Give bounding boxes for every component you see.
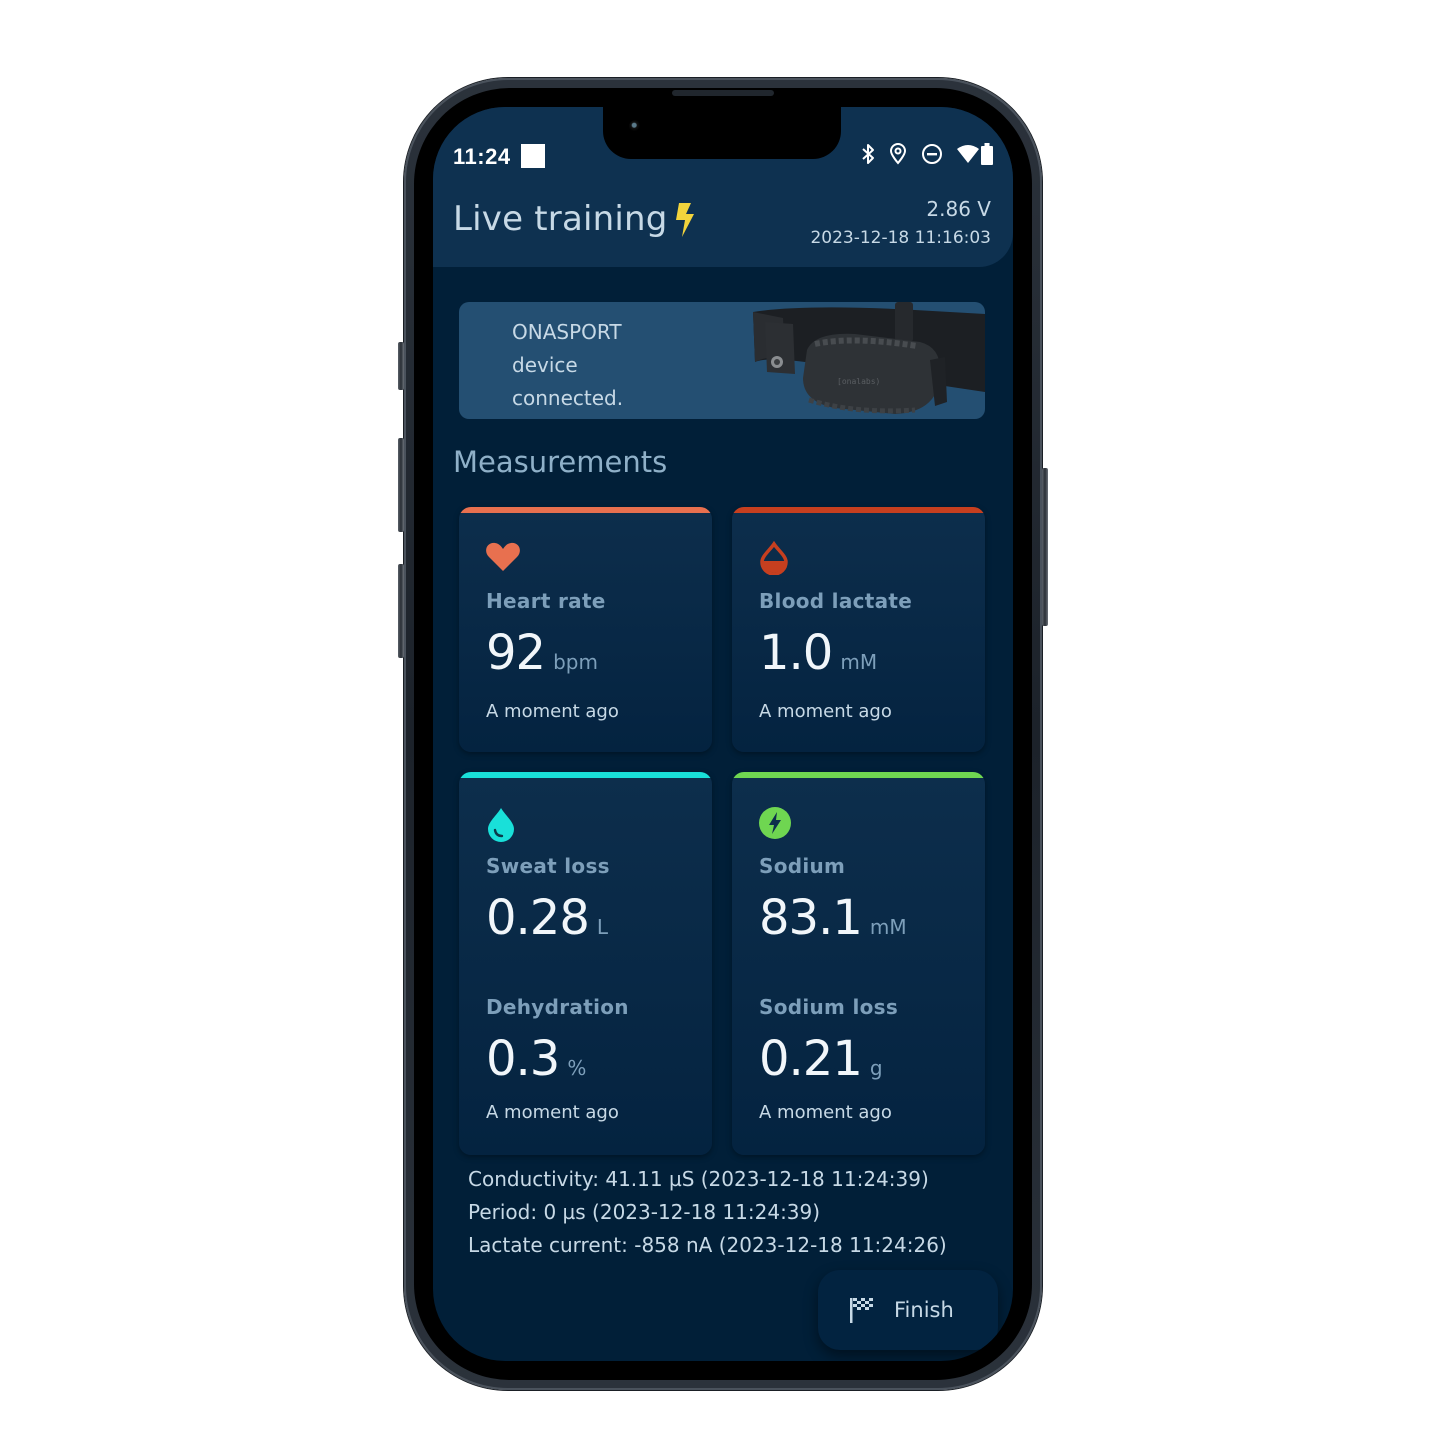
- heart-rate-value: 92: [486, 625, 546, 681]
- blood-lactate-value: 1.0: [759, 625, 833, 681]
- battery-voltage: 2.86 V: [926, 197, 991, 221]
- location-icon: [889, 143, 907, 165]
- sweat-updated: A moment ago: [486, 1102, 619, 1123]
- heart-rate-reading: 92 bpm: [486, 625, 598, 681]
- measurements-heading: Measurements: [453, 445, 668, 479]
- device-name: ONASPORT: [512, 320, 622, 344]
- sodium-reading: 83.1 mM: [759, 890, 907, 946]
- do-not-disturb-icon: [922, 144, 942, 164]
- sweat-loss-reading: 0.28 L: [486, 890, 608, 946]
- conductivity-reading: Conductivity: 41.11 µS (2023-12-18 11:24…: [468, 1167, 929, 1191]
- card-accent-bar: [732, 772, 985, 778]
- page-title: Live training: [453, 199, 668, 239]
- front-camera: [629, 120, 642, 133]
- sweat-loss-label: Sweat loss: [486, 854, 610, 878]
- period-reading: Period: 0 µs (2023-12-18 11:24:39): [468, 1200, 821, 1224]
- lactate-current-reading: Lactate current: -858 nA (2023-12-18 11:…: [468, 1233, 947, 1257]
- battery-icon: [981, 143, 993, 165]
- sweat-loss-unit: L: [596, 915, 609, 939]
- device-status-text: ONASPORT device connected.: [512, 316, 623, 415]
- status-time: 11:24: [453, 144, 511, 169]
- app-screen: 11:24 Live training 2.86 V 2023-12-18 11…: [433, 107, 1013, 1361]
- sodium-loss-label: Sodium loss: [759, 995, 899, 1019]
- heart-rate-updated: A moment ago: [486, 701, 619, 722]
- wifi-icon: [957, 145, 979, 163]
- finish-button[interactable]: Finish: [818, 1270, 998, 1350]
- card-accent-bar: [732, 507, 985, 513]
- heart-rate-unit: bpm: [553, 650, 598, 674]
- raw-sensor-readings: Conductivity: 41.11 µS (2023-12-18 11:24…: [468, 1163, 947, 1262]
- sodium-unit: mM: [869, 915, 907, 939]
- mute-switch: [398, 342, 404, 390]
- blood-lactate-reading: 1.0 mM: [759, 625, 877, 681]
- blood-lactate-card[interactable]: Blood lactate 1.0 mM A moment ago: [732, 507, 985, 752]
- notification-icon: [521, 144, 545, 168]
- status-icons: [861, 143, 993, 165]
- water-drop-icon: [488, 808, 514, 842]
- blood-lactate-unit: mM: [840, 650, 878, 674]
- sodium-loss-reading: 0.21 g: [759, 1031, 883, 1087]
- volume-up-button: [398, 438, 404, 532]
- blood-drop-icon: [760, 541, 788, 575]
- sodium-loss-unit: g: [869, 1056, 883, 1080]
- sodium-label: Sodium: [759, 854, 846, 878]
- lightning-bolt-icon: [676, 203, 694, 237]
- bluetooth-icon: [862, 144, 874, 164]
- heart-rate-label: Heart rate: [486, 589, 606, 613]
- dehydration-reading: 0.3 %: [486, 1031, 586, 1087]
- device-connected-banner: ONASPORT device connected. [onalabs): [459, 302, 985, 419]
- electrolyte-bolt-icon: [759, 807, 791, 839]
- blood-lactate-label: Blood lactate: [759, 589, 913, 613]
- session-start-time: 2023-12-18 11:16:03: [810, 228, 991, 248]
- sweat-loss-value: 0.28: [486, 890, 590, 946]
- power-button: [1042, 468, 1048, 626]
- sodium-card[interactable]: Sodium 83.1 mM Sodium loss 0.21 g A mome…: [732, 772, 985, 1155]
- sodium-value: 83.1: [759, 890, 863, 946]
- dehydration-value: 0.3: [486, 1031, 560, 1087]
- notch: [603, 107, 841, 159]
- heart-icon: [486, 542, 520, 571]
- volume-down-button: [398, 564, 404, 658]
- card-accent-bar: [459, 507, 712, 513]
- speaker-grille: [672, 90, 774, 96]
- device-status-line: connected.: [512, 386, 624, 410]
- card-accent-bar: [459, 772, 712, 778]
- dehydration-unit: %: [567, 1056, 587, 1080]
- sweat-loss-card[interactable]: Sweat loss 0.28 L Dehydration 0.3 % A mo…: [459, 772, 712, 1155]
- chest-strap-sensor-image: [onalabs): [753, 302, 985, 414]
- sodium-updated: A moment ago: [759, 1102, 892, 1123]
- checkered-flag-icon: [850, 1298, 873, 1323]
- dehydration-label: Dehydration: [486, 995, 629, 1019]
- finish-label: Finish: [894, 1298, 954, 1322]
- svg-text:[onalabs): [onalabs): [837, 377, 880, 386]
- device-status-line: device: [512, 353, 578, 377]
- heart-rate-card[interactable]: Heart rate 92 bpm A moment ago: [459, 507, 712, 752]
- sodium-loss-value: 0.21: [759, 1031, 863, 1087]
- blood-lactate-updated: A moment ago: [759, 701, 892, 722]
